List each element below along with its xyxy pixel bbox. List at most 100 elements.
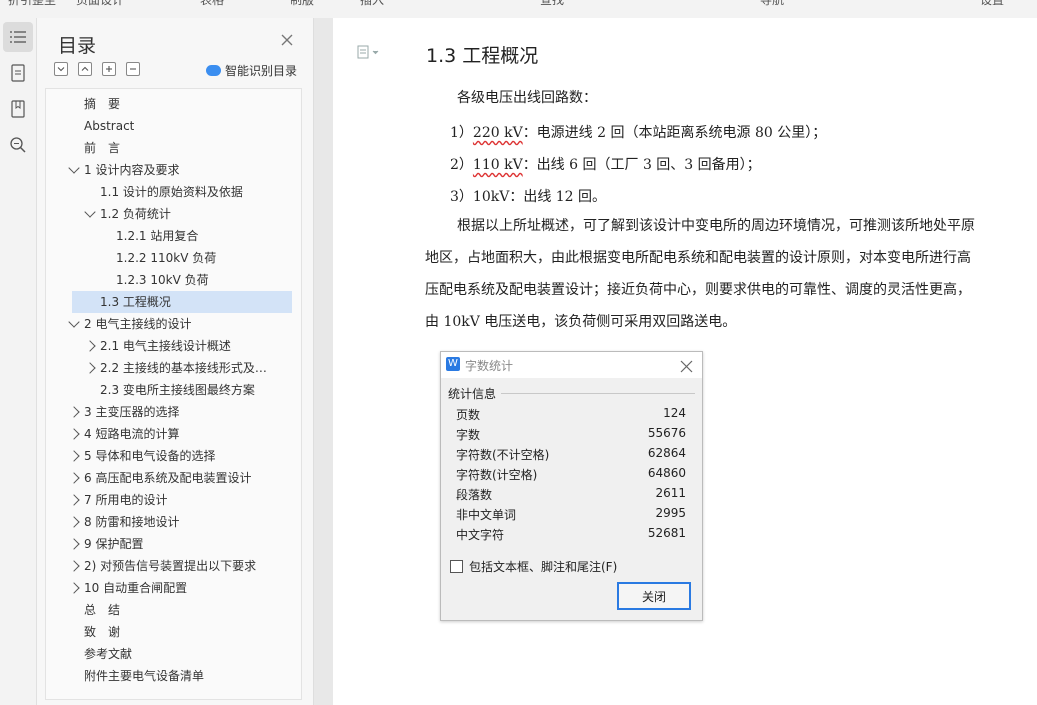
checkbox[interactable]: [450, 560, 463, 573]
collapse-all-icon[interactable]: [126, 62, 140, 76]
toc-item-label: 摘 要: [84, 97, 121, 111]
app-logo-icon: W: [446, 357, 460, 371]
chevron-right-icon[interactable]: [68, 406, 80, 418]
toc-item-label: 总 结: [84, 603, 121, 617]
chevron-down-icon[interactable]: [68, 316, 80, 328]
spellcheck-word[interactable]: 110 kV: [473, 157, 523, 173]
toc-item[interactable]: 2.2 主接线的基本接线形式及其特...: [46, 357, 301, 379]
toc-item[interactable]: 6 高压配电系统及配电装置设计: [46, 467, 301, 489]
close-icon[interactable]: [279, 32, 295, 48]
paragraph-menu-icon[interactable]: [357, 44, 381, 63]
include-textbox-checkbox[interactable]: 包括文本框、脚注和尾注(F): [450, 558, 617, 575]
toc-item-label: 2 电气主接线的设计: [84, 317, 192, 331]
toc-item-label: 前 言: [84, 141, 121, 155]
toc-item-label: 1.2.3 10kV 负荷: [116, 273, 209, 287]
chevron-down-icon[interactable]: [84, 206, 96, 218]
toc-item[interactable]: 1.2.1 站用复合: [46, 225, 301, 247]
toc-item-label: 7 所用电的设计: [84, 493, 168, 507]
toc-item[interactable]: 致 谢: [46, 621, 301, 643]
ribbon-fragment[interactable]: 查找: [540, 0, 564, 8]
paragraph-line: 地区，占地面积大，由此根据变电所配电系统和配电装置的设计原则，对本变电所进行高: [425, 250, 971, 266]
toc-item[interactable]: 1.1 设计的原始资料及依据: [46, 181, 301, 203]
find-icon[interactable]: [3, 130, 33, 160]
toc-item-label: 2.1 电气主接线设计概述: [100, 339, 231, 353]
toc-item[interactable]: 7 所用电的设计: [46, 489, 301, 511]
ribbon-fragment[interactable]: 表格: [200, 0, 224, 8]
toc-item[interactable]: 2) 对预告信号装置提出以下要求: [46, 555, 301, 577]
toc-item[interactable]: 总 结: [46, 599, 301, 621]
toc-item[interactable]: 1 设计内容及要求: [46, 159, 301, 181]
toc-item-label: 1.1 设计的原始资料及依据: [100, 185, 243, 199]
toc-item[interactable]: 摘 要: [46, 93, 301, 115]
close-icon[interactable]: [680, 358, 693, 373]
chevron-right-icon[interactable]: [68, 450, 80, 462]
toc-item[interactable]: 5 导体和电气设备的选择: [46, 445, 301, 467]
toc-item-label: 2.3 变电所主接线图最终方案: [100, 383, 255, 397]
ribbon-fragment[interactable]: 折引整至: [8, 0, 56, 8]
ribbon-fragment[interactable]: 页面设计: [76, 0, 124, 8]
navigation-sidebar: [0, 18, 37, 705]
toc-item[interactable]: 2.1 电气主接线设计概述: [46, 335, 301, 357]
expand-level-icon[interactable]: [78, 62, 92, 76]
stat-value: 64860: [647, 466, 686, 480]
collapse-level-icon[interactable]: [54, 62, 68, 76]
smart-toc-button[interactable]: 智能识别目录: [206, 62, 297, 79]
toc-item[interactable]: 前 言: [46, 137, 301, 159]
chevron-right-icon[interactable]: [68, 538, 80, 550]
dialog-title: 字数统计: [465, 359, 514, 373]
chevron-right-icon[interactable]: [68, 428, 80, 440]
toc-item[interactable]: 4 短路电流的计算: [46, 423, 301, 445]
ribbon-fragment[interactable]: 插入: [360, 0, 384, 8]
divider: [501, 393, 695, 394]
toc-item[interactable]: 1.2.2 110kV 负荷: [46, 247, 301, 269]
toc-item-label: 1.2 负荷统计: [100, 207, 171, 221]
stat-label: 中文字符: [456, 528, 505, 542]
chevron-right-icon[interactable]: [68, 582, 80, 594]
toc-item-label: 1.2.2 110kV 负荷: [116, 251, 217, 265]
paragraph-line: 由 10kV 电压送电，该负荷侧可采用双回路送电。: [425, 314, 737, 330]
toc-item[interactable]: 1.2.3 10kV 负荷: [46, 269, 301, 291]
toc-item-label: 5 导体和电气设备的选择: [84, 449, 216, 463]
chevron-right-icon[interactable]: [68, 560, 80, 572]
toc-item[interactable]: 附件主要电气设备清单: [46, 665, 301, 687]
dialog-titlebar[interactable]: W 字数统计: [441, 352, 702, 378]
stat-label: 字符数(不计空格): [456, 448, 550, 462]
stat-value: 2995: [655, 506, 686, 520]
chevron-right-icon[interactable]: [68, 472, 80, 484]
ribbon-fragment[interactable]: 制版: [290, 0, 314, 8]
toc-item[interactable]: 10 自动重合闸配置: [46, 577, 301, 599]
stat-label: 页数: [456, 408, 481, 422]
ribbon-fragment[interactable]: 导航: [760, 0, 784, 8]
stat-value: 124: [663, 406, 686, 420]
toc-item-selected[interactable]: 1.3 工程概况: [72, 291, 292, 313]
stat-row: 页数 124: [456, 406, 686, 426]
toc-item[interactable]: 1.2 负荷统计: [46, 203, 301, 225]
ribbon-fragment[interactable]: 设置: [980, 0, 1004, 8]
toc-item[interactable]: 参考文献: [46, 643, 301, 665]
chevron-right-icon[interactable]: [68, 516, 80, 528]
expand-all-icon[interactable]: [102, 62, 116, 76]
toc-icon[interactable]: [3, 22, 33, 52]
toc-item[interactable]: 2.3 变电所主接线图最终方案: [46, 379, 301, 401]
toc-item[interactable]: 9 保护配置: [46, 533, 301, 555]
toc-item-label: 9 保护配置: [84, 537, 144, 551]
close-button[interactable]: 关闭: [617, 582, 691, 610]
toc-item[interactable]: 3 主变压器的选择: [46, 401, 301, 423]
toc-item[interactable]: 8 防雷和接地设计: [46, 511, 301, 533]
ribbon-strip: 折引整至 页面设计 表格 制版 插入 查找 导航 设置: [0, 0, 1037, 18]
list-item: 3）10kV：出线 12 回。: [450, 189, 607, 205]
smart-toc-label: 智能识别目录: [225, 64, 298, 78]
bookmark-icon[interactable]: [3, 94, 33, 124]
chevron-right-icon[interactable]: [68, 494, 80, 506]
spellcheck-word[interactable]: 220 kV: [473, 125, 523, 141]
document-icon[interactable]: [3, 58, 33, 88]
toc-item-label: 2) 对预告信号装置提出以下要求: [84, 559, 257, 573]
chevron-right-icon[interactable]: [84, 340, 96, 352]
chevron-right-icon[interactable]: [84, 362, 96, 374]
toc-item[interactable]: Abstract: [46, 115, 301, 137]
toc-item[interactable]: 2 电气主接线的设计: [46, 313, 301, 335]
list-item: 1）220 kV：电源进线 2 回（本站距离系统电源 80 公里）；: [450, 125, 827, 141]
chevron-down-icon[interactable]: [68, 162, 80, 174]
stat-label: 非中文单词: [456, 508, 517, 522]
stat-value: 52681: [647, 526, 686, 540]
